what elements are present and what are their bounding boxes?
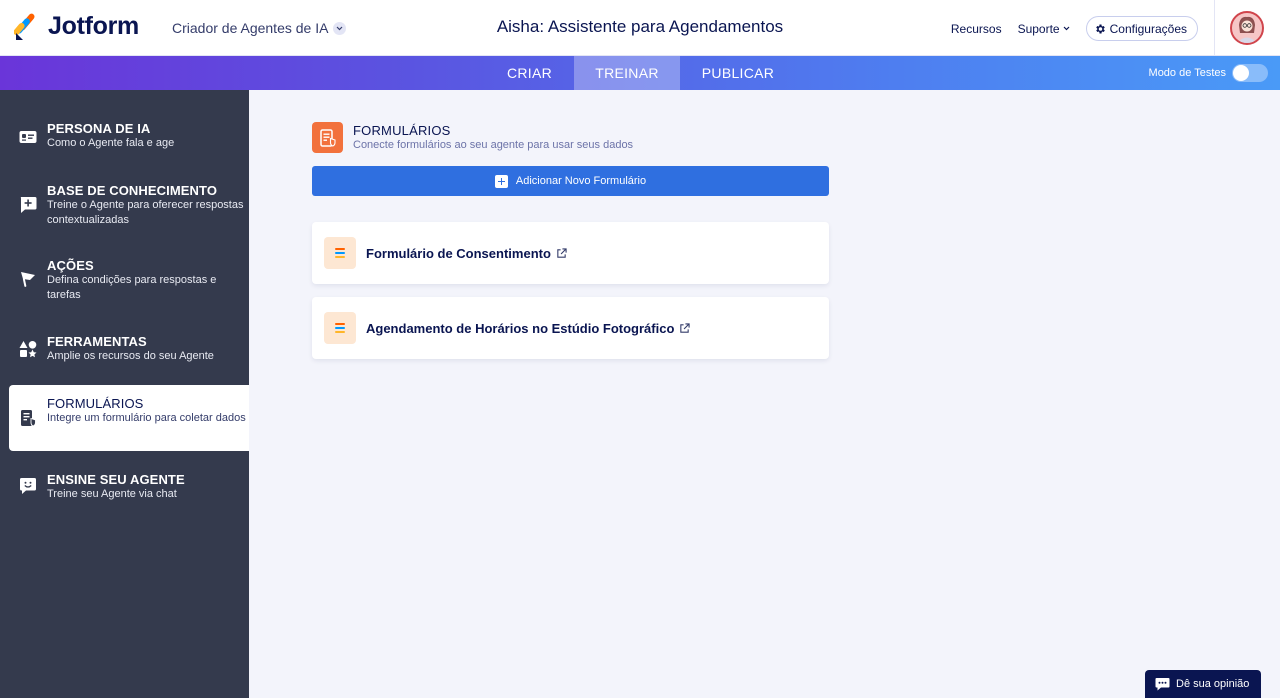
builder-tabbar: CRIAR TREINAR PUBLICAR Modo de Testes — [0, 56, 1280, 90]
sidebar-item-ai-persona[interactable]: PERSONA DE IA Como o Agente fala e age — [0, 110, 249, 160]
sidebar-item-desc: Defina condições para respostas e tarefa… — [47, 274, 217, 301]
forms-section-icon — [312, 122, 343, 153]
jotform-logo[interactable]: Jotform — [13, 12, 139, 41]
sidebar-item-desc: Treine o Agente para oferecer respostas … — [47, 199, 244, 226]
add-new-form-label: Adicionar Novo Formulário — [515, 175, 647, 187]
resources-link[interactable]: Recursos — [951, 22, 1002, 36]
gear-icon — [1095, 24, 1105, 33]
plus-icon — [494, 174, 508, 188]
id-card-icon — [19, 131, 37, 143]
toggle-knob — [1233, 65, 1249, 81]
form-document-icon — [324, 237, 356, 269]
top-header: Jotform Criador de Agentes de IA Aisha: … — [0, 0, 1280, 56]
sidebar-item-title: PERSONA DE IA — [47, 121, 151, 136]
sidebar-item-title: AÇÕES — [47, 258, 94, 273]
test-mode: Modo de Testes — [1149, 64, 1268, 82]
form-name-label: Formulário de Consentimento — [366, 246, 551, 261]
user-avatar[interactable] — [1230, 11, 1264, 45]
add-new-form-button[interactable]: Adicionar Novo Formulário — [312, 166, 829, 196]
sidebar-item-desc: Integre um formulário para coletar dados — [47, 412, 246, 424]
flag-icon — [21, 272, 35, 287]
sidebar-item-title: BASE DE CONHECIMENTO — [47, 183, 218, 198]
sidebar-item-forms[interactable]: FORMULÁRIOS Integre um formulário para c… — [9, 385, 249, 451]
test-mode-toggle[interactable] — [1232, 64, 1268, 82]
feedback-button[interactable]: Dê sua opinião — [1145, 670, 1261, 698]
sidebar-item-teach-agent[interactable]: ENSINE SEU AGENTE Treine seu Agente via … — [0, 462, 249, 512]
tab-publish[interactable]: PUBLICAR — [680, 56, 796, 90]
form-document-icon — [324, 312, 356, 344]
header-divider — [1214, 0, 1215, 56]
sidebar-item-actions[interactable]: AÇÕES Defina condições para respostas e … — [0, 248, 249, 306]
builder-switcher[interactable]: Criador de Agentes de IA — [172, 20, 347, 36]
form-icon — [319, 128, 336, 147]
sidebar-item-tools[interactable]: FERRAMENTAS Amplie os recursos do seu Ag… — [0, 324, 249, 374]
shapes-icon — [19, 341, 37, 358]
form-icon — [21, 410, 36, 427]
agent-title[interactable]: Aisha: Assistente para Agendamentos — [497, 17, 783, 36]
test-mode-label: Modo de Testes — [1148, 67, 1226, 79]
form-name[interactable]: Agendamento de Horários no Estúdio Fotog… — [366, 321, 691, 336]
settings-button[interactable]: Configurações — [1085, 16, 1198, 41]
support-menu[interactable]: Suporte — [1018, 22, 1070, 36]
knowledge-plus-icon — [20, 197, 37, 213]
feedback-chat-icon — [1155, 678, 1170, 691]
sidebar-item-desc: Amplie os recursos do seu Agente — [47, 350, 214, 362]
sidebar-item-title: ENSINE SEU AGENTE — [47, 472, 185, 487]
tab-train[interactable]: TREINAR — [574, 56, 680, 90]
external-link-icon[interactable] — [556, 248, 567, 259]
form-card-consent[interactable]: Formulário de Consentimento — [312, 222, 829, 284]
chevron-down-icon — [333, 21, 347, 35]
jotform-logo-icon — [13, 13, 40, 41]
header-nav: Recursos Suporte Configurações — [951, 16, 1198, 41]
sidebar-item-desc: Treine seu Agente via chat — [47, 488, 177, 500]
form-name[interactable]: Formulário de Consentimento — [366, 246, 567, 261]
chat-smile-icon — [20, 478, 36, 494]
section-subtitle: Conecte formulários ao seu agente para u… — [353, 139, 634, 151]
form-card-photo-studio[interactable]: Agendamento de Horários no Estúdio Fotog… — [312, 297, 829, 359]
support-label: Suporte — [1017, 21, 1060, 36]
sidebar: PERSONA DE IA Como o Agente fala e age B… — [0, 90, 249, 698]
sidebar-item-desc: Como o Agente fala e age — [47, 137, 175, 149]
brand-name: Jotform — [48, 12, 139, 40]
section-title: FORMULÁRIOS — [353, 123, 451, 138]
form-name-label: Agendamento de Horários no Estúdio Fotog… — [366, 321, 675, 336]
tab-create[interactable]: CRIAR — [485, 56, 574, 90]
feedback-label: Dê sua opinião — [1176, 678, 1250, 690]
external-link-icon[interactable] — [679, 323, 691, 334]
sidebar-item-title: FORMULÁRIOS — [47, 396, 144, 411]
settings-label: Configurações — [1109, 21, 1187, 36]
sidebar-item-knowledge-base[interactable]: BASE DE CONHECIMENTO Treine o Agente par… — [0, 172, 249, 230]
sidebar-item-title: FERRAMENTAS — [47, 334, 147, 349]
resources-label: Recursos — [950, 21, 1002, 36]
builder-name-label: Criador de Agentes de IA — [172, 20, 329, 36]
chevron-down-icon — [1063, 26, 1070, 31]
